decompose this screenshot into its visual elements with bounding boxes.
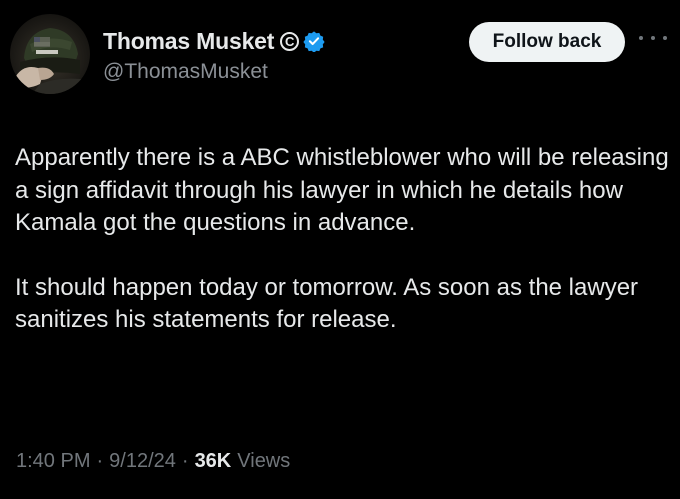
dot [639, 36, 643, 40]
verified-badge-icon[interactable] [303, 30, 325, 52]
separator: · [96, 450, 104, 472]
author-info: Thomas Musket C @ThomasMusket [103, 25, 325, 84]
avatar-image [16, 28, 90, 94]
tweet-time[interactable]: 1:40 PM [16, 450, 90, 473]
tweet-date[interactable]: 9/12/24 [109, 450, 176, 473]
tweet-paragraph: It should happen today or tomorrow. As s… [15, 273, 639, 334]
dot [663, 36, 667, 40]
name-row: Thomas Musket C [103, 25, 325, 57]
handle[interactable]: @ThomasMusket [103, 60, 325, 84]
more-horizontal-icon[interactable] [639, 32, 667, 44]
views-count[interactable]: 36K [195, 450, 232, 473]
separator: · [181, 450, 189, 472]
follow-back-button[interactable]: Follow back [469, 22, 625, 62]
tweet-meta: 1:40 PM · 9/12/24 · 36K Views [16, 450, 290, 473]
avatar[interactable] [10, 14, 90, 94]
tweet-paragraph: Apparently there is a ABC whistleblower … [15, 144, 669, 236]
dot [651, 36, 655, 40]
tweet: Thomas Musket C @ThomasMusket Follow bac… [0, 0, 680, 499]
display-name[interactable]: Thomas Musket [103, 28, 274, 55]
views-label[interactable]: Views [237, 450, 290, 473]
copyright-badge: C [280, 31, 300, 51]
tweet-text: Apparently there is a ABC whistleblower … [15, 142, 670, 337]
